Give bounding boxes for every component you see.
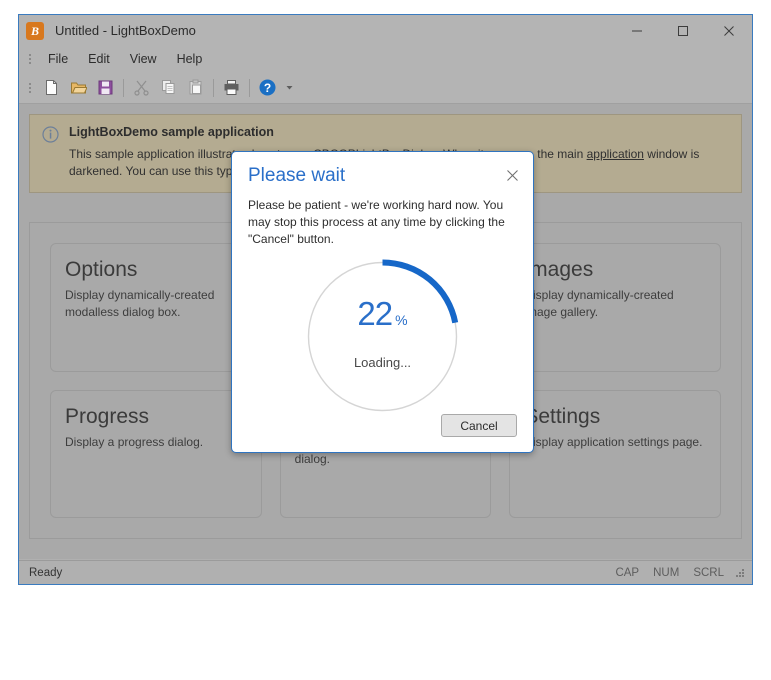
- card-description: Display dynamically-created modalless di…: [65, 288, 215, 319]
- banner-title: LightBoxDemo sample application: [69, 125, 274, 139]
- status-indicator-scrl: SCRL: [693, 566, 724, 579]
- progress-percent-value: 22: [357, 295, 393, 332]
- grip-dot: [28, 82, 31, 85]
- progress-percent-symbol: %: [395, 312, 408, 328]
- close-icon: [506, 169, 518, 181]
- cut-icon: [134, 80, 149, 96]
- card-title: Settings: [524, 404, 601, 428]
- window-controls: [614, 15, 752, 46]
- maximize-icon: [678, 25, 688, 36]
- minimize-button[interactable]: [614, 15, 660, 46]
- card-settings[interactable]: Settings Display application settings pa…: [509, 389, 721, 518]
- cut-button[interactable]: [128, 75, 155, 101]
- banner-body-part1: This sample application illustrates: [69, 147, 252, 161]
- new-document-button[interactable]: [38, 75, 65, 101]
- card-description: Display dynamically-created image galler…: [524, 288, 674, 319]
- circular-progress: 22 % Loading...: [305, 259, 460, 414]
- chevron-down-icon: [286, 86, 292, 90]
- please-wait-dialog: Please wait Please be patient - we're wo…: [231, 151, 534, 453]
- status-indicator-num: NUM: [653, 566, 680, 579]
- grip-dot: [742, 574, 744, 577]
- print-button[interactable]: [218, 75, 245, 101]
- paste-button[interactable]: [182, 75, 209, 101]
- card-options[interactable]: Options Display dynamically-created moda…: [50, 243, 262, 372]
- status-bar: Ready CAP NUM SCRL: [19, 560, 752, 584]
- dialog-title: Please wait: [248, 165, 346, 186]
- grip-dot: [28, 90, 31, 93]
- dialog-message: Please be patient - we're working hard n…: [248, 198, 505, 246]
- dialog-close-button[interactable]: [501, 164, 523, 186]
- resize-grip[interactable]: [734, 567, 746, 579]
- card-progress[interactable]: Progress Display a progress dialog.: [50, 389, 262, 518]
- grip-dot: [28, 54, 31, 56]
- progress-percent: 22 %: [357, 295, 407, 333]
- toolbar-separator: [123, 78, 124, 97]
- cancel-button[interactable]: Cancel: [441, 414, 517, 437]
- progress-area: 22 % Loading...: [232, 259, 533, 414]
- banner-link-application[interactable]: application: [587, 147, 644, 161]
- print-icon: [224, 80, 239, 95]
- dialog-footer: Cancel: [441, 414, 517, 437]
- progress-ring-center: 22 % Loading...: [305, 259, 460, 414]
- help-button[interactable]: ?: [254, 75, 281, 101]
- save-button[interactable]: [92, 75, 119, 101]
- close-icon: [724, 25, 734, 36]
- card-description: Display application settings page.: [524, 434, 703, 449]
- copy-icon: [162, 80, 175, 94]
- toolbar-overflow-button[interactable]: [281, 75, 297, 101]
- paste-icon: [189, 79, 202, 95]
- grip-dot: [742, 571, 744, 574]
- menu-item-file[interactable]: File: [38, 49, 78, 69]
- new-document-icon: [46, 80, 57, 95]
- menu-drag-handle[interactable]: [25, 51, 34, 67]
- menu-item-help[interactable]: Help: [167, 49, 213, 69]
- menu-item-view[interactable]: View: [120, 49, 167, 69]
- toolbar: ?: [19, 72, 752, 104]
- help-icon: ?: [259, 79, 276, 96]
- minimize-icon: [632, 30, 642, 31]
- open-folder-icon: [71, 82, 87, 94]
- title-bar: B Untitled - LightBoxDemo: [19, 15, 752, 46]
- status-indicator-cap: CAP: [615, 566, 640, 579]
- window-title: Untitled - LightBoxDemo: [55, 23, 196, 38]
- close-button[interactable]: [706, 15, 752, 46]
- app-logo-icon: B: [26, 21, 44, 40]
- grip-dot: [28, 86, 31, 89]
- menu-bar: File Edit View Help: [19, 46, 752, 72]
- progress-status-label: Loading...: [353, 355, 412, 370]
- grip-dot: [742, 568, 744, 571]
- grip-dot: [736, 574, 738, 577]
- svg-text:?: ?: [264, 81, 271, 95]
- maximize-button[interactable]: [660, 15, 706, 46]
- info-icon: [42, 126, 59, 143]
- card-title: Images: [524, 258, 594, 281]
- grip-dot: [28, 58, 31, 60]
- card-title: Options: [65, 258, 138, 281]
- toolbar-separator: [213, 78, 214, 97]
- open-folder-button[interactable]: [65, 75, 92, 101]
- grip-dot: [739, 571, 741, 574]
- copy-button[interactable]: [155, 75, 182, 101]
- toolbar-separator: [249, 78, 250, 97]
- card-description: Display a progress dialog.: [65, 434, 204, 449]
- dialog-header: Please wait: [232, 152, 533, 188]
- card-title: Progress: [65, 404, 150, 428]
- save-icon: [98, 80, 113, 95]
- menu-item-edit[interactable]: Edit: [78, 49, 120, 69]
- toolbar-drag-handle[interactable]: [25, 79, 34, 97]
- card-images[interactable]: Images Display dynamically-created image…: [509, 243, 721, 372]
- status-message: Ready: [29, 566, 63, 579]
- grip-dot: [28, 62, 31, 64]
- grip-dot: [739, 574, 741, 577]
